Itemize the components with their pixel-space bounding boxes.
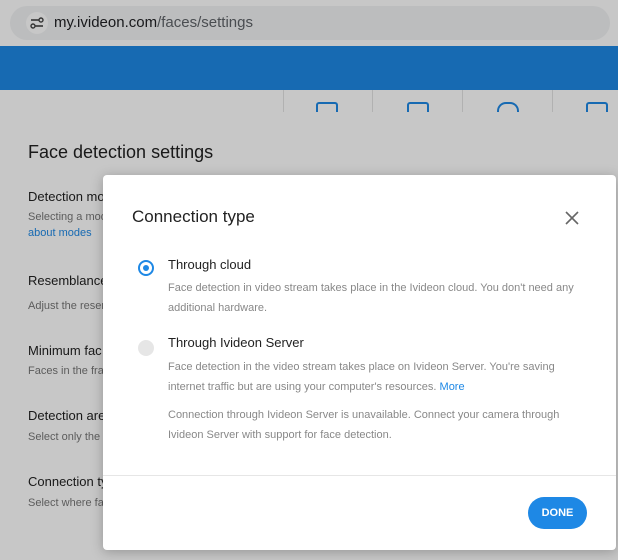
option-through-cloud-description: Face detection in video stream takes pla… — [168, 282, 574, 314]
done-button[interactable]: DONE — [528, 497, 587, 529]
more-link[interactable]: More — [440, 381, 465, 393]
dialog-divider — [103, 475, 616, 476]
radio-through-cloud[interactable] — [138, 260, 154, 276]
connection-type-dialog: Connection type Through cloud Face detec… — [103, 175, 616, 550]
radio-through-ivideon-server[interactable] — [138, 340, 154, 356]
option-through-server-label[interactable]: Through Ivideon Server — [168, 335, 304, 350]
server-unavailable-note: Connection through Ivideon Server is una… — [168, 409, 560, 441]
option-through-cloud-label[interactable]: Through cloud — [168, 257, 251, 272]
close-icon[interactable] — [563, 209, 581, 227]
option-through-server-description-text: Face detection in the video stream takes… — [168, 361, 555, 393]
dialog-title: Connection type — [132, 207, 255, 226]
option-through-server-description: Face detection in the video stream takes… — [168, 357, 578, 397]
